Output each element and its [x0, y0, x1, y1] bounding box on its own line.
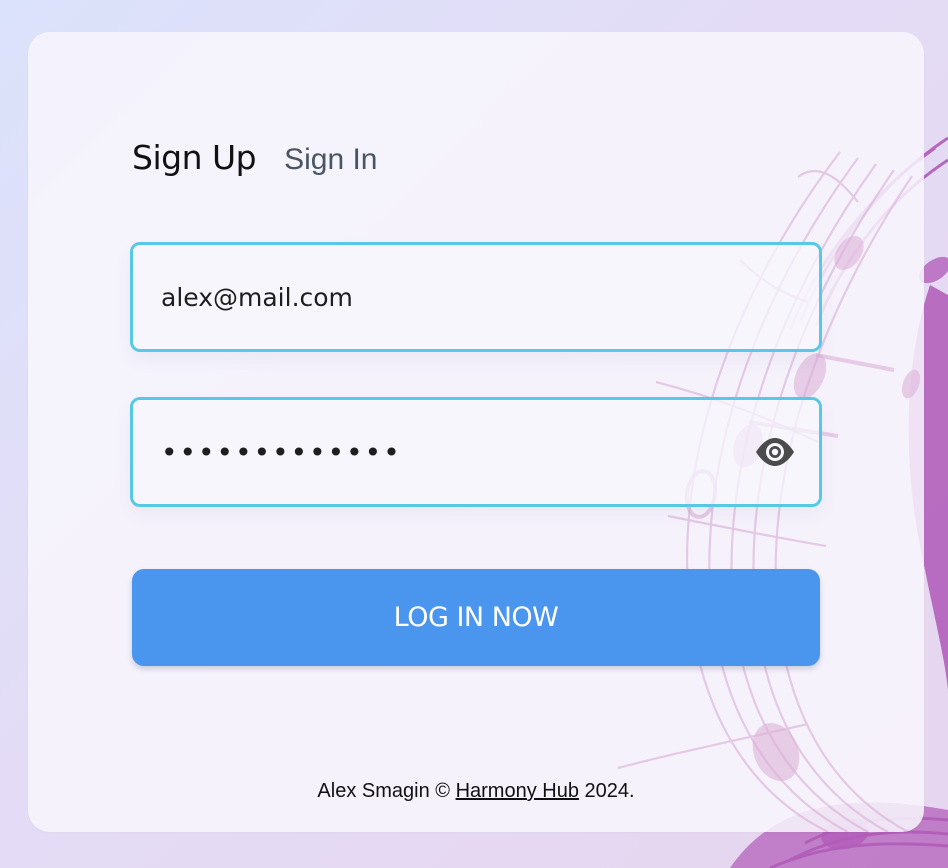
footer-credit: Alex Smagin © Harmony Hub 2024. — [28, 780, 924, 803]
auth-tabs: Sign Up Sign In — [132, 138, 377, 177]
email-field-container — [130, 242, 822, 352]
footer-year: 2024. — [584, 780, 635, 802]
footer-author: Alex Smagin © — [317, 780, 450, 802]
email-field[interactable] — [161, 245, 771, 349]
password-field-container — [130, 397, 822, 507]
log-in-now-button[interactable]: LOG IN NOW — [132, 569, 820, 666]
password-field[interactable] — [161, 400, 771, 504]
harmony-hub-link[interactable]: Harmony Hub — [456, 780, 579, 802]
tab-sign-up[interactable]: Sign Up — [132, 138, 257, 177]
eye-icon[interactable] — [753, 435, 797, 469]
tab-sign-in[interactable]: Sign In — [284, 143, 377, 177]
auth-card: Sign Up Sign In LOG IN NOW Alex Smagin ©… — [28, 32, 924, 832]
